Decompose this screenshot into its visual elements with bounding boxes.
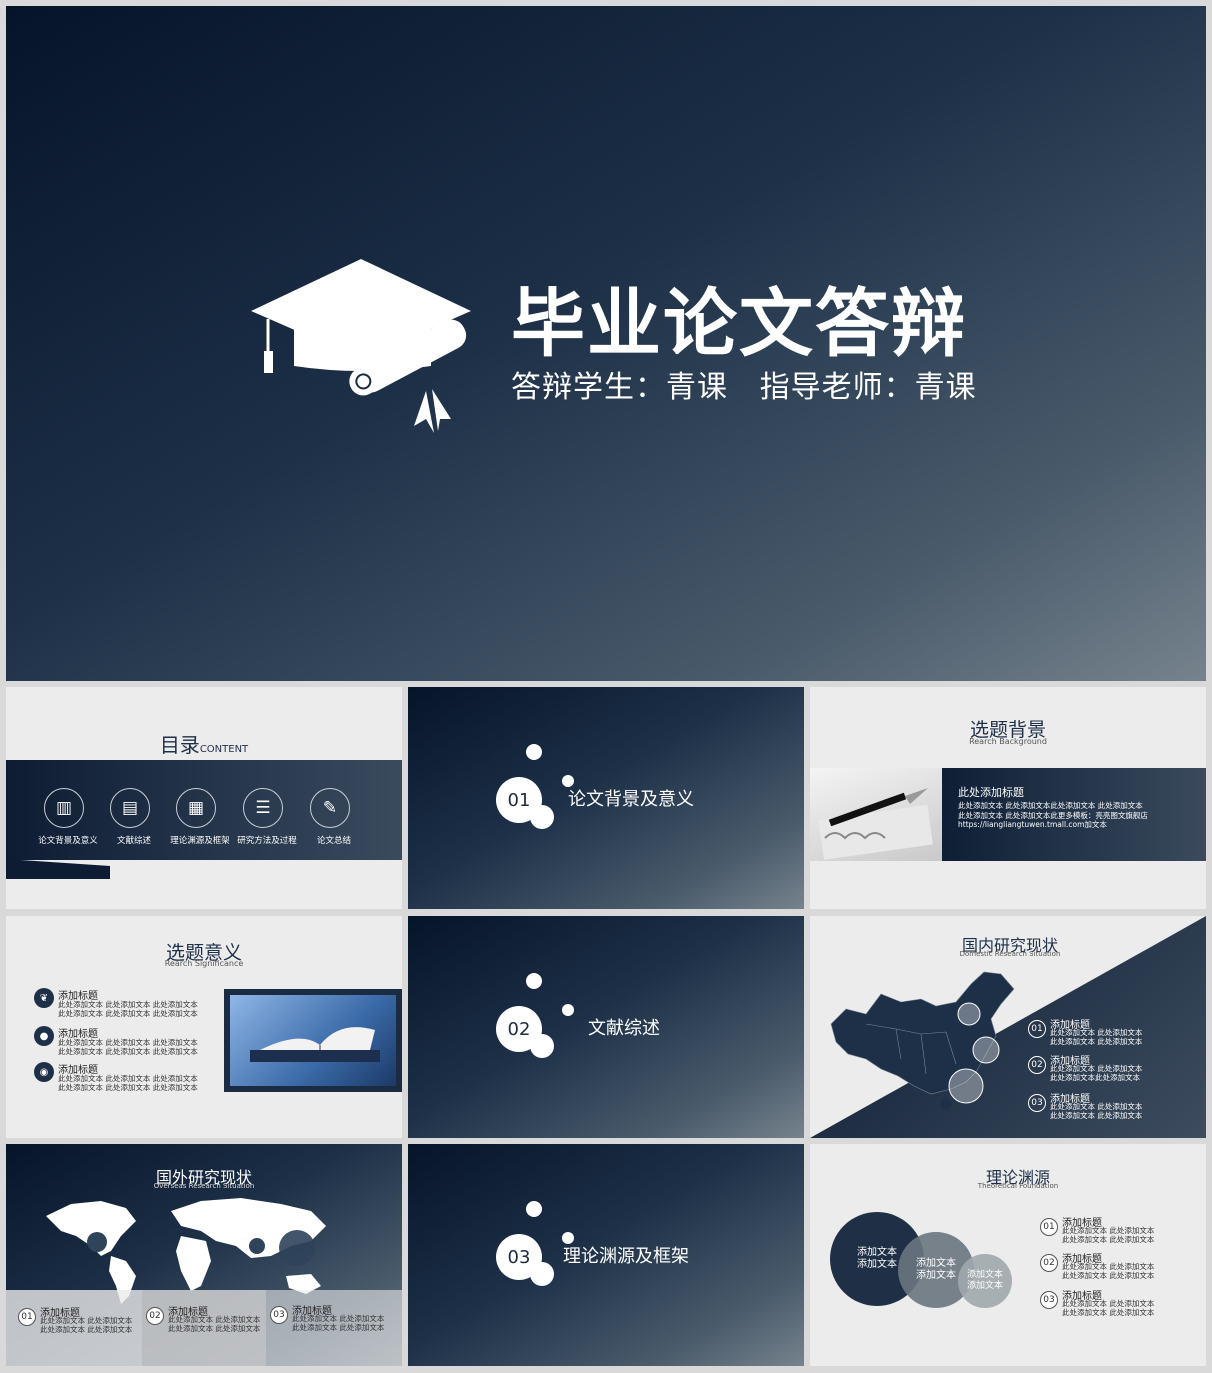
section-title: 理论渊源及框架	[563, 1246, 689, 1267]
overseas-slide[interactable]: 国外研究现状 Overseas Research Situation 01 添加标…	[6, 1144, 402, 1366]
domestic-slide[interactable]: 国内研究现状 Domestic Research Situation 01 添加标…	[810, 916, 1206, 1138]
section-slide-02[interactable]: 02 文献综述	[408, 916, 804, 1138]
theory-slide[interactable]: 理论渊源 Theoretical Foundation 添加文本 添加文本 添加…	[810, 1144, 1206, 1366]
toc-item-icon-circle[interactable]: ✎	[310, 788, 350, 828]
item-text: 此处添加文本 此处添加文本 此处添加文本 此处添加文本	[168, 1315, 261, 1333]
item-text: 此处添加文本 此处添加文本 此处添加文本 此处添加文本	[40, 1316, 133, 1334]
toc-item-icon-circle[interactable]: ☰	[243, 788, 283, 828]
notebook-pen-image	[810, 768, 942, 861]
item-number: 01	[1028, 1020, 1046, 1038]
item-number: 02	[1040, 1254, 1058, 1272]
toc-item-icon-circle[interactable]: ▥	[44, 788, 84, 828]
item-number: 02	[1028, 1056, 1046, 1074]
item-text: 此处添加文本 此处添加文本 此处添加文本 此处添加文本	[1062, 1226, 1155, 1244]
bulb-icon: ●	[34, 1026, 54, 1046]
venn-circle-3: 添加文本 添加文本	[958, 1254, 1012, 1308]
slide-title-en: Domestic Research Situation	[959, 950, 1061, 958]
open-book-image	[224, 989, 402, 1092]
item-text: 此处添加文本 此处添加文本 此处添加文本 此处添加文本	[1062, 1262, 1155, 1280]
item-text: 此处添加文本 此处添加文本 此处添加文本 此处添加文本 此处添加文本 此处添加文…	[58, 1074, 198, 1092]
graduation-cap-icon	[251, 259, 471, 433]
item-text: 此处添加文本 此处添加文本 此处添加文本此处添加文本	[1050, 1064, 1143, 1082]
list-icon: ☰	[255, 798, 271, 818]
slide-title-en: Rearch Significance	[164, 959, 244, 968]
decor-dot	[526, 973, 542, 989]
section-title: 论文背景及意义	[568, 789, 694, 810]
background-slide[interactable]: 选题背景 Rearch Background 此处添加标题 此处添加文本 此处添…	[810, 687, 1206, 909]
item-number: 03	[1040, 1291, 1058, 1309]
section-slide-01[interactable]: 01 论文背景及意义	[408, 687, 804, 909]
books-icon: ▥	[55, 798, 73, 818]
item-text: 此处添加文本 此处添加文本 此处添加文本 此处添加文本 此处添加文本 此处添加文…	[58, 1038, 198, 1056]
pen-icon: ✎	[322, 798, 338, 818]
item-number: 03	[270, 1306, 288, 1324]
toc-item-icon-circle[interactable]: ▤	[110, 788, 150, 828]
panel-text: 此处添加文本 此处添加文本此处添加文本 此处添加文本 此处添加文本 此处添加文本…	[958, 801, 1148, 829]
toc-item-label: 论文总结	[316, 836, 351, 846]
toc-title-en: CONTENT	[199, 744, 249, 755]
section-title: 文献综述	[588, 1018, 660, 1039]
decor-dot	[562, 1004, 574, 1016]
toc-heading: 目录CONTENT	[6, 729, 402, 758]
document-icon: ▦	[187, 798, 205, 818]
toc-slide[interactable]: 目录CONTENT ▥ 论文背景及意义 ▤ 文献综述 ▦ 理论渊源及框架 ☰ 研究方法及过程 ✎…	[6, 687, 402, 909]
panel-title: 此处添加标题	[958, 786, 1024, 799]
item-number: 02	[146, 1307, 164, 1325]
slide-title-en: Theoretical Foundation	[977, 1182, 1059, 1190]
presentation-subtitle: 答辩学生：青课 指导老师：青课	[511, 370, 977, 405]
item-number: 03	[1028, 1094, 1046, 1112]
decor-dot	[530, 805, 554, 829]
decor-dot	[530, 1034, 554, 1058]
title-slide[interactable]: 毕业论文答辩 答辩学生：青课 指导老师：青课	[6, 6, 1206, 681]
book-icon: ▤	[121, 798, 139, 818]
leaf-icon: ❦	[34, 988, 54, 1008]
book-icon	[250, 1027, 380, 1062]
decor-dot	[530, 1262, 554, 1286]
item-text: 此处添加文本 此处添加文本 此处添加文本 此处添加文本 此处添加文本 此处添加文…	[58, 1000, 198, 1018]
china-map-icon	[830, 971, 1015, 1109]
item-number: 01	[1040, 1218, 1058, 1236]
toc-title: 目录	[159, 733, 200, 757]
toc-item-icon-circle[interactable]: ▦	[176, 788, 216, 828]
globe-icon: ◉	[34, 1062, 54, 1082]
pen-icon	[818, 788, 933, 860]
world-map-icon	[46, 1198, 326, 1304]
significance-slide[interactable]: 选题意义 Rearch Significance ❦ 添加标题 此处添加文本 此处添…	[6, 916, 402, 1138]
item-text: 此处添加文本 此处添加文本 此处添加文本 此处添加文本	[1050, 1102, 1143, 1120]
toc-band-tail	[6, 859, 110, 879]
presentation-title: 毕业论文答辩	[511, 281, 967, 367]
decor-dot	[526, 1201, 542, 1217]
book-photo	[230, 995, 396, 1086]
section-slide-03[interactable]: 03 理论渊源及框架	[408, 1144, 804, 1366]
item-text: 此处添加文本 此处添加文本 此处添加文本 此处添加文本	[292, 1314, 385, 1332]
background-panel: 此处添加标题 此处添加文本 此处添加文本此处添加文本 此处添加文本 此处添加文本…	[942, 768, 1206, 861]
item-text: 此处添加文本 此处添加文本 此处添加文本 此处添加文本	[1050, 1028, 1143, 1046]
decor-dot	[526, 744, 542, 760]
item-number: 01	[18, 1308, 36, 1326]
slide-title-en: Rearch Background	[969, 737, 1047, 746]
item-text: 此处添加文本 此处添加文本 此处添加文本 此处添加文本	[1062, 1299, 1155, 1317]
